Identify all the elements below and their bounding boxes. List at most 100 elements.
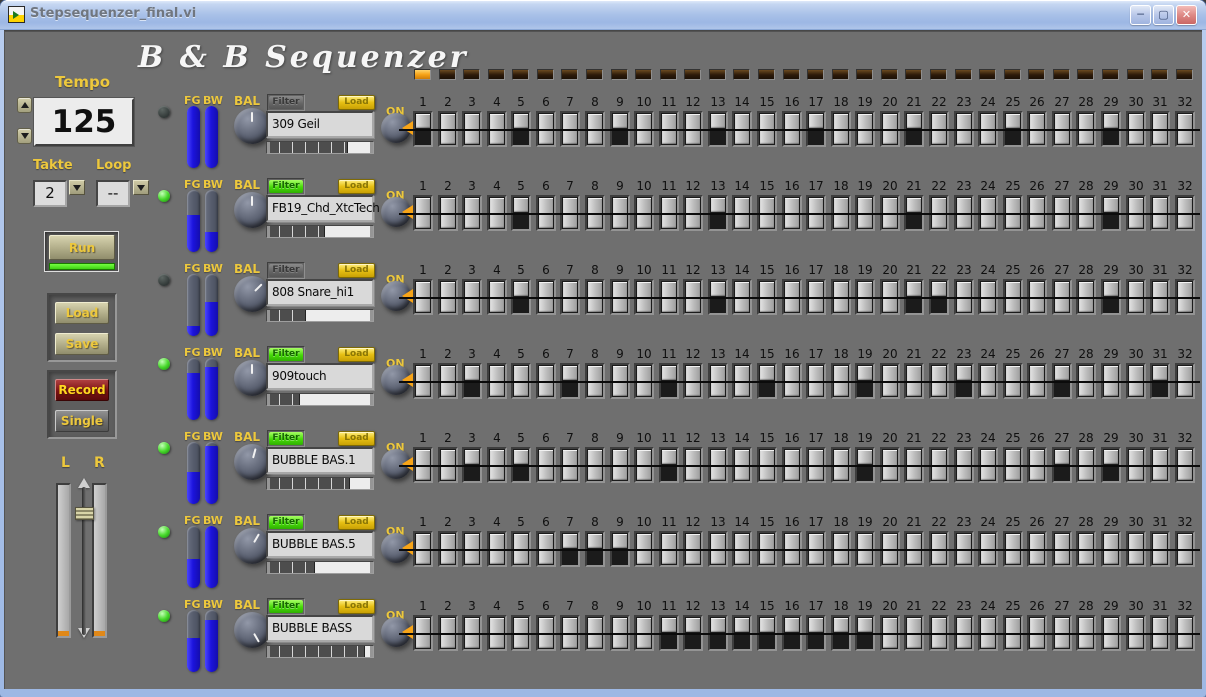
- step-number: 15: [759, 599, 775, 613]
- sample-name-box[interactable]: BUBBLE BAS.1: [266, 447, 374, 474]
- sample-load-button[interactable]: Load: [338, 515, 375, 530]
- step-number: 14: [734, 599, 750, 613]
- step-number: 30: [1128, 599, 1144, 613]
- step-switch-handle: [711, 114, 725, 128]
- filter-button[interactable]: Filter: [267, 262, 305, 279]
- on-knob[interactable]: [381, 281, 413, 311]
- sample-load-button[interactable]: Load: [338, 263, 375, 278]
- step-number: 3: [468, 431, 476, 445]
- sample-name-box[interactable]: 309 Geil: [266, 111, 374, 138]
- bal-knob[interactable]: [234, 192, 270, 228]
- bal-knob[interactable]: [234, 528, 270, 564]
- step-number: 1: [419, 599, 427, 613]
- bw-slider[interactable]: [205, 190, 218, 252]
- sample-name-box[interactable]: 909touch: [266, 363, 374, 390]
- takte-select[interactable]: 2: [33, 180, 67, 207]
- minimize-button[interactable]: ─: [1130, 5, 1151, 25]
- filter-button[interactable]: Filter: [267, 514, 305, 531]
- sample-load-button[interactable]: Load: [338, 95, 375, 110]
- step-number: 1: [419, 431, 427, 445]
- pitch-slider[interactable]: [266, 141, 374, 154]
- maximize-button[interactable]: ▢: [1153, 5, 1174, 25]
- playhead-led: [1077, 69, 1095, 80]
- on-knob[interactable]: [381, 113, 413, 143]
- step-number: 4: [493, 263, 501, 277]
- step-number: 15: [759, 515, 775, 529]
- sample-name-box[interactable]: BUBBLE BAS.5: [266, 531, 374, 558]
- run-button[interactable]: Run: [49, 235, 115, 260]
- bw-slider[interactable]: [205, 526, 218, 588]
- on-knob[interactable]: [381, 365, 413, 395]
- tempo-display[interactable]: 125: [34, 98, 134, 146]
- step-number: 18: [833, 599, 849, 613]
- takte-dropdown-button[interactable]: [69, 180, 85, 195]
- on-knob[interactable]: [381, 197, 413, 227]
- sample-load-button[interactable]: Load: [338, 179, 375, 194]
- bal-knob[interactable]: [234, 276, 270, 312]
- pitch-slider[interactable]: [266, 561, 374, 574]
- loop-select[interactable]: --: [96, 180, 130, 207]
- bw-slider[interactable]: [205, 274, 218, 336]
- filter-button[interactable]: Filter: [267, 346, 305, 363]
- bal-knob[interactable]: [234, 444, 270, 480]
- step-number: 17: [808, 347, 824, 361]
- balance-slider-handle[interactable]: [75, 507, 94, 520]
- close-button[interactable]: ✕: [1176, 5, 1197, 25]
- filter-button[interactable]: Filter: [267, 94, 305, 111]
- fg-slider[interactable]: [187, 610, 200, 672]
- record-button[interactable]: Record: [55, 379, 109, 401]
- step-number: 11: [661, 179, 677, 193]
- step-number: 7: [566, 515, 574, 529]
- pitch-slider[interactable]: [266, 393, 374, 406]
- tempo-increment-button[interactable]: [17, 97, 32, 113]
- pitch-slider[interactable]: [266, 225, 374, 238]
- bw-slider[interactable]: [205, 610, 218, 672]
- tempo-value: 125: [51, 104, 117, 140]
- pitch-slider-fill: [267, 310, 306, 321]
- fg-slider[interactable]: [187, 526, 200, 588]
- pitch-slider[interactable]: [266, 477, 374, 490]
- bal-knob[interactable]: [234, 612, 270, 648]
- step-switch-handle: [760, 366, 774, 380]
- step-number: 31: [1152, 95, 1168, 109]
- sample-load-button[interactable]: Load: [338, 599, 375, 614]
- fg-slider[interactable]: [187, 274, 200, 336]
- fg-slider[interactable]: [187, 190, 200, 252]
- step-rail: [399, 129, 1200, 131]
- save-button[interactable]: Save: [55, 333, 109, 355]
- step-number: 23: [956, 263, 972, 277]
- single-button[interactable]: Single: [55, 410, 109, 432]
- bal-knob[interactable]: [234, 360, 270, 396]
- load-button[interactable]: Load: [55, 302, 109, 324]
- pitch-slider[interactable]: [266, 309, 374, 322]
- loop-dropdown-button[interactable]: [133, 180, 149, 195]
- bw-slider[interactable]: [205, 106, 218, 168]
- bw-slider[interactable]: [205, 442, 218, 504]
- tempo-decrement-button[interactable]: [17, 128, 32, 144]
- filter-button[interactable]: Filter: [267, 598, 305, 615]
- sample-name-box[interactable]: BUBBLE BASS: [266, 615, 374, 642]
- sample-load-button[interactable]: Load: [338, 347, 375, 362]
- up-arrow-icon: [20, 102, 29, 108]
- bw-slider[interactable]: [205, 358, 218, 420]
- playhead-led: [561, 69, 579, 80]
- on-knob[interactable]: [381, 533, 413, 563]
- pitch-slider-cap: [370, 394, 373, 405]
- fg-slider[interactable]: [187, 442, 200, 504]
- fg-slider[interactable]: [187, 358, 200, 420]
- filter-button[interactable]: Filter: [267, 430, 305, 447]
- filter-button[interactable]: Filter: [267, 178, 305, 195]
- sample-load-button[interactable]: Load: [338, 431, 375, 446]
- step-number: 15: [759, 263, 775, 277]
- fg-slider-fill: [187, 215, 200, 252]
- sample-name-box[interactable]: 808 Snare_hi1: [266, 279, 374, 306]
- step-switch-handle: [613, 114, 627, 128]
- step-number: 22: [931, 95, 947, 109]
- bal-knob[interactable]: [234, 108, 270, 144]
- sample-name-box[interactable]: FB19_Chd_XtcTech: [266, 195, 380, 222]
- on-knob[interactable]: [381, 449, 413, 479]
- playhead-led: [954, 69, 972, 80]
- fg-slider[interactable]: [187, 106, 200, 168]
- on-knob[interactable]: [381, 617, 413, 647]
- pitch-slider[interactable]: [266, 645, 374, 658]
